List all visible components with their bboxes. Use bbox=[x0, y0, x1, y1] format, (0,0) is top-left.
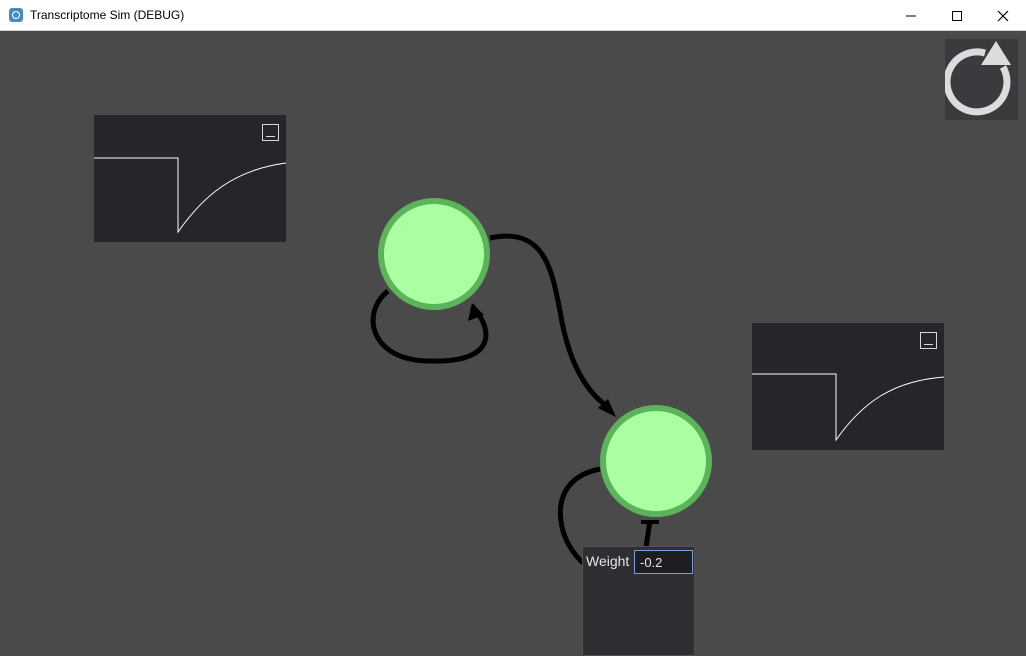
maximize-button[interactable] bbox=[934, 0, 980, 31]
weight-popup: Weight bbox=[582, 546, 695, 656]
close-button[interactable] bbox=[980, 0, 1026, 31]
expression-plot bbox=[94, 157, 287, 234]
weight-input[interactable] bbox=[634, 550, 693, 574]
close-icon bbox=[997, 10, 1009, 21]
weight-label: Weight bbox=[586, 553, 630, 569]
reset-simulation-button[interactable] bbox=[943, 39, 1018, 120]
title-bar: Transcriptome Sim (DEBUG) bbox=[0, 0, 1026, 31]
collapse-graph-button[interactable] bbox=[920, 332, 937, 349]
expression-graph-panel bbox=[752, 323, 945, 450]
expression-graph-panel bbox=[94, 115, 287, 242]
expression-plot bbox=[752, 373, 945, 442]
gene-node-1[interactable] bbox=[378, 198, 490, 310]
maximize-icon bbox=[952, 10, 962, 21]
network-canvas[interactable]: Weight bbox=[0, 31, 1026, 656]
window-title: Transcriptome Sim (DEBUG) bbox=[30, 8, 185, 22]
gene-node-2[interactable] bbox=[600, 405, 712, 517]
edge-gene1-gene2[interactable] bbox=[489, 233, 610, 410]
minimize-icon bbox=[906, 15, 916, 16]
reload-icon bbox=[943, 41, 1011, 116]
godot-icon bbox=[9, 8, 23, 22]
collapse-graph-button[interactable] bbox=[262, 124, 279, 141]
minimize-button[interactable] bbox=[888, 0, 934, 31]
